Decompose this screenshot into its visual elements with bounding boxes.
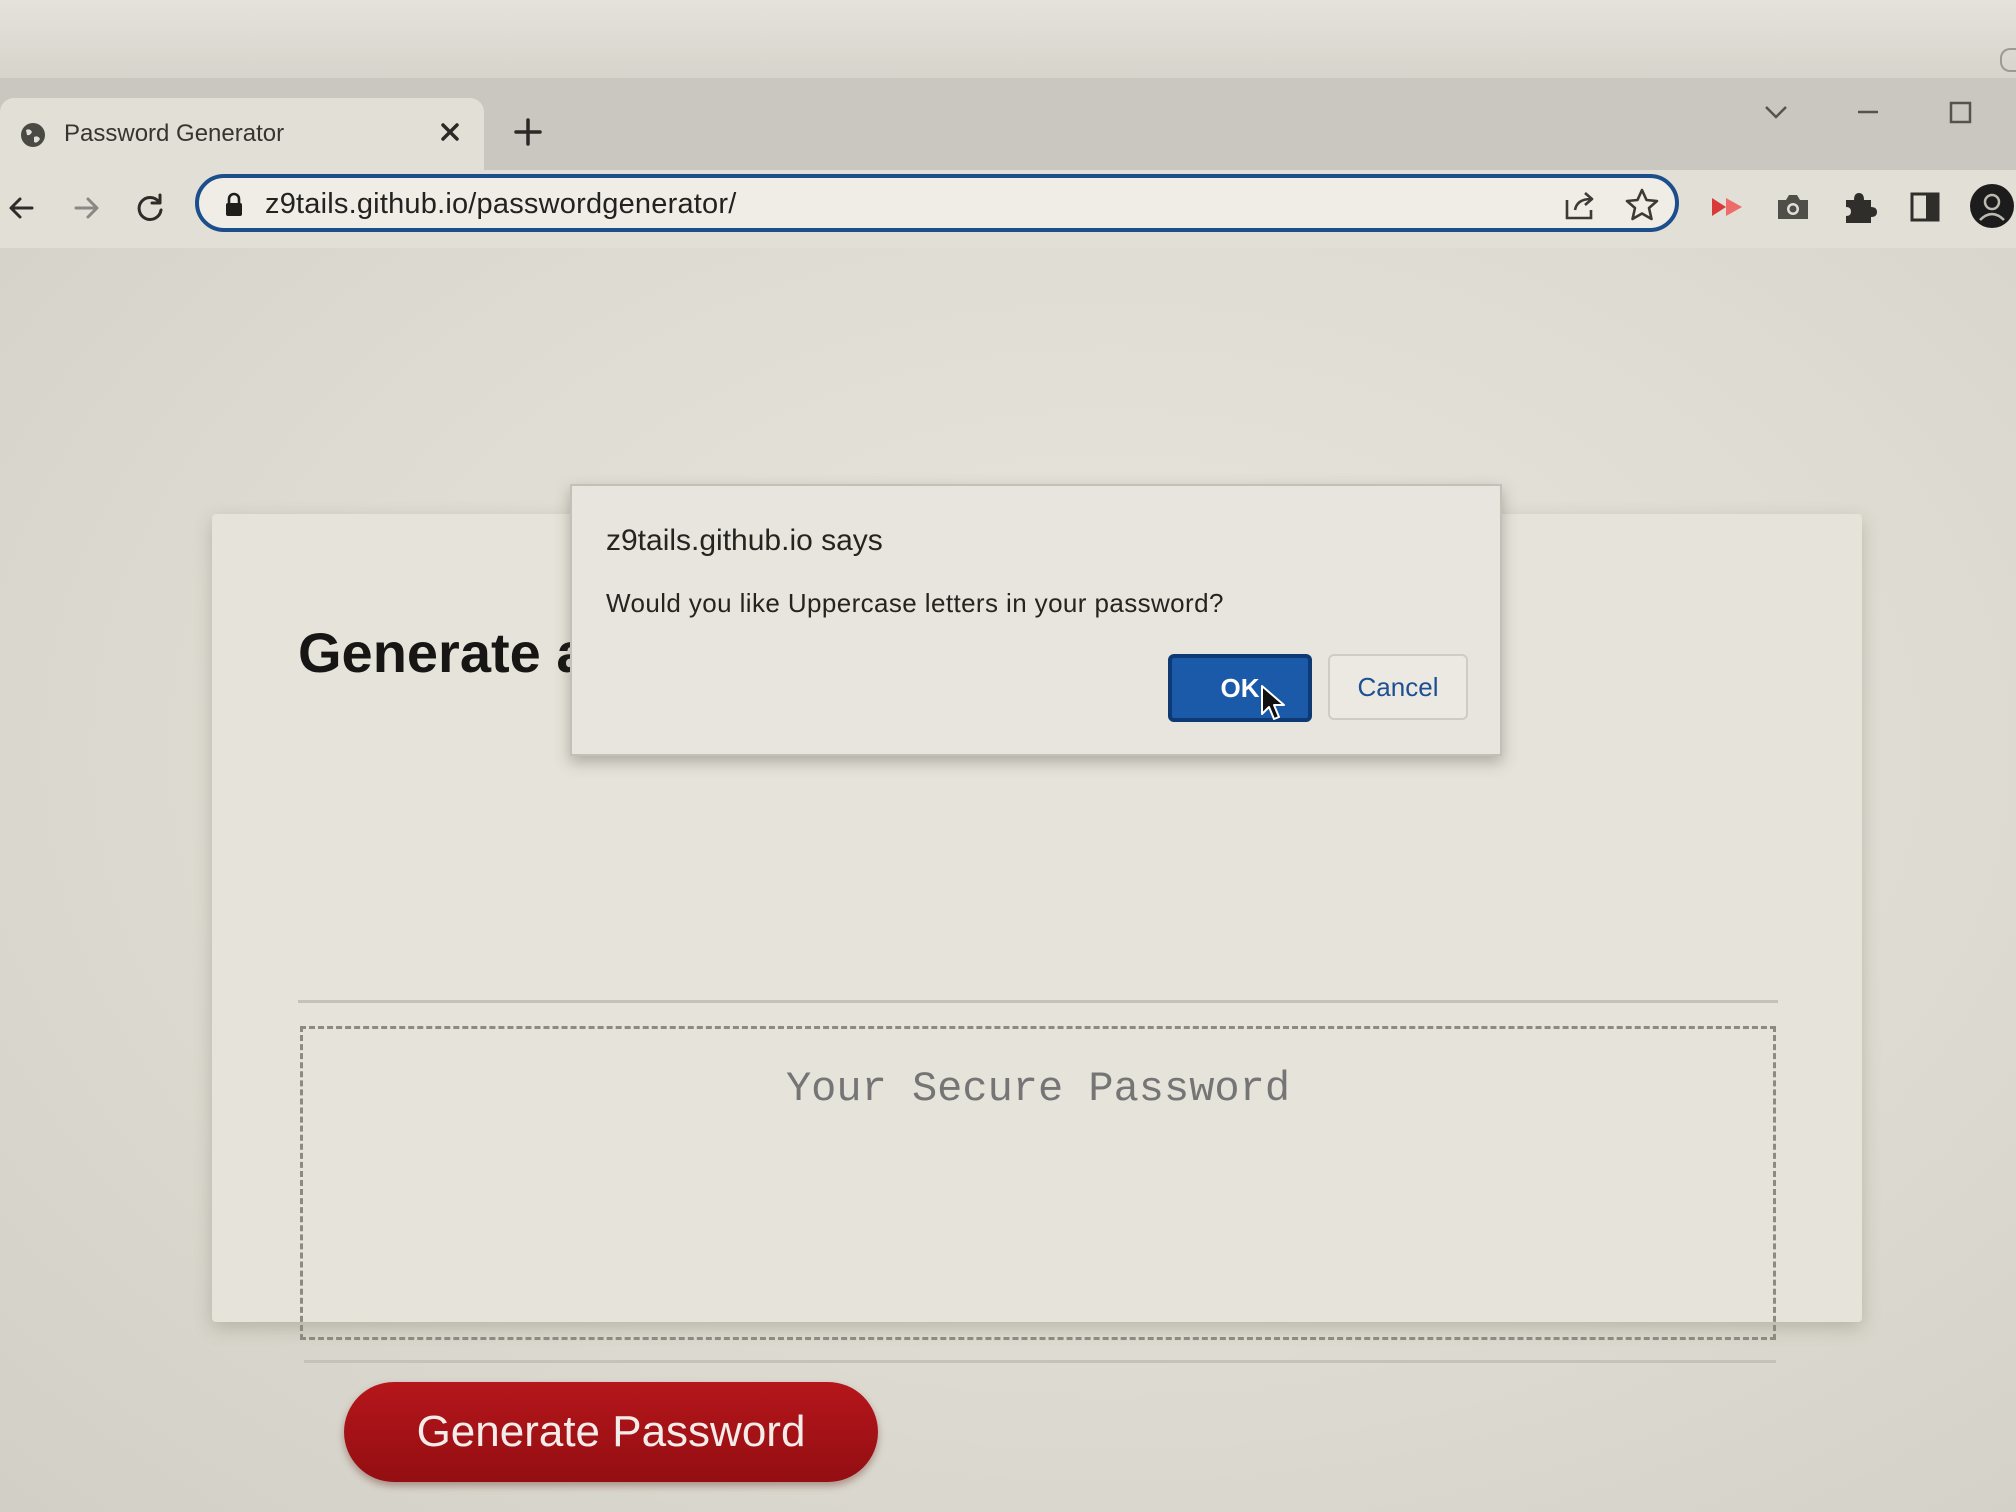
chevron-down-icon[interactable] [1756, 92, 1796, 132]
password-output[interactable] [300, 1026, 1776, 1340]
address-bar[interactable]: z9tails.github.io/passwordgenerator/ [195, 174, 1679, 232]
alert-dialog: z9tails.github.io says Would you like Up… [570, 484, 1502, 756]
new-tab-plus-icon[interactable] [508, 112, 548, 152]
forward-arrow-icon[interactable] [66, 188, 106, 228]
url-text[interactable]: z9tails.github.io/passwordgenerator/ [265, 188, 736, 221]
bezel-edge [2000, 48, 2016, 72]
generate-password-button[interactable]: Generate Password [344, 1382, 878, 1482]
reload-icon[interactable] [130, 188, 170, 228]
browser-tab[interactable]: Password Generator [0, 98, 484, 176]
camera-icon[interactable] [1772, 186, 1814, 228]
close-icon[interactable] [430, 112, 470, 152]
side-panel-icon[interactable] [1904, 186, 1946, 228]
ok-button[interactable]: OK [1168, 654, 1312, 722]
globe-icon [21, 123, 45, 147]
page-content: Generate a Password Generate Password z9… [0, 248, 2016, 1512]
minimize-icon[interactable] [1848, 92, 1888, 132]
puzzle-icon[interactable] [1838, 186, 1880, 228]
bottom-divider [304, 1360, 1776, 1363]
lock-icon[interactable] [223, 192, 245, 218]
share-icon[interactable] [1561, 186, 1599, 224]
profile-avatar-icon[interactable] [1968, 182, 2016, 230]
back-arrow-icon[interactable] [2, 188, 42, 228]
top-divider [298, 1000, 1778, 1003]
maximize-icon[interactable] [1940, 92, 1980, 132]
mouse-cursor-icon [1261, 685, 1285, 720]
browser-toolbar: z9tails.github.io/passwordgenerator/ [0, 170, 2016, 248]
cancel-button[interactable]: Cancel [1328, 654, 1468, 720]
red-extension-icon[interactable] [1706, 186, 1748, 228]
tab-title: Password Generator [64, 120, 285, 147]
dialog-message: Would you like Uppercase letters in your… [606, 588, 1224, 618]
dialog-title: z9tails.github.io says [606, 524, 883, 557]
screen-bezel [0, 0, 2016, 78]
bookmark-star-icon[interactable] [1623, 186, 1661, 224]
